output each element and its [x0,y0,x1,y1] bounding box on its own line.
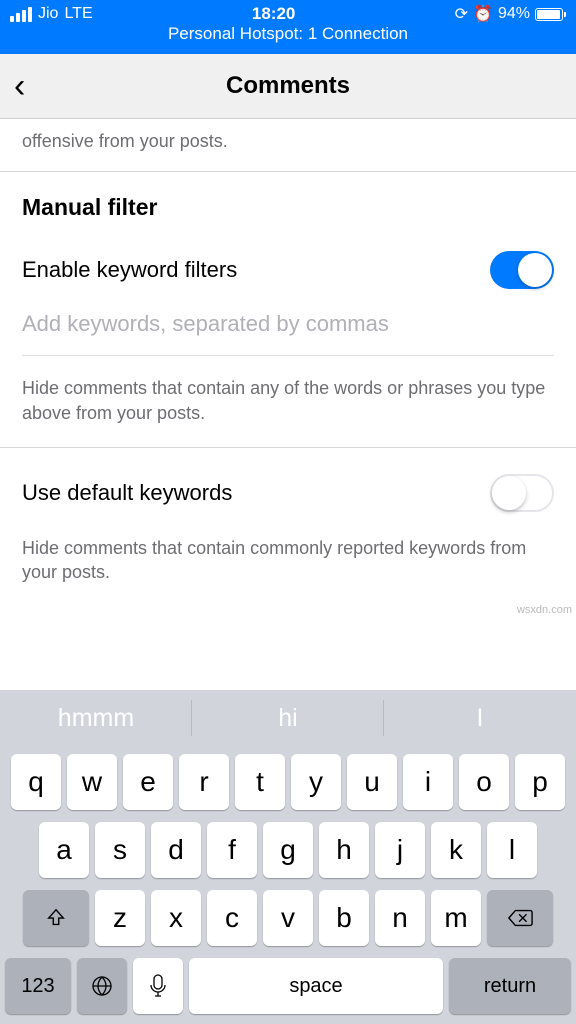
watermark: wsxdn.com [517,604,572,616]
key-o[interactable]: o [459,754,509,810]
battery-icon [535,8,566,21]
manual-filter-title: Manual filter [0,172,576,221]
key-row-1: q w e r t y u i o p [5,754,571,810]
default-keywords-label: Use default keywords [22,480,232,506]
hotspot-banner: Personal Hotspot: 1 Connection [0,24,576,48]
mic-icon [149,974,167,998]
backspace-key[interactable] [487,890,553,946]
key-a[interactable]: a [39,822,89,878]
key-f[interactable]: f [207,822,257,878]
suggestion-1[interactable]: hmmm [0,690,192,746]
key-p[interactable]: p [515,754,565,810]
key-v[interactable]: v [263,890,313,946]
keyboard: hmmm hi I q w e r t y u i o p a s d f g … [0,690,576,1024]
key-g[interactable]: g [263,822,313,878]
enable-keyword-filters-label: Enable keyword filters [22,257,237,283]
key-m[interactable]: m [431,890,481,946]
key-r[interactable]: r [179,754,229,810]
default-keywords-help: Hide comments that contain commonly repo… [0,526,576,607]
backspace-icon [507,908,533,928]
key-row-2: a s d f g h j k l [5,822,571,878]
key-row-3: z x c v b n m [5,890,571,946]
mic-key[interactable] [133,958,183,1014]
page-title: Comments [0,72,576,100]
signal-icon [10,7,32,22]
key-w[interactable]: w [67,754,117,810]
key-k[interactable]: k [431,822,481,878]
globe-icon [90,974,114,998]
key-e[interactable]: e [123,754,173,810]
numbers-key[interactable]: 123 [5,958,71,1014]
default-keywords-toggle[interactable] [490,474,554,512]
key-u[interactable]: u [347,754,397,810]
enable-keyword-filters-toggle[interactable] [490,251,554,289]
key-c[interactable]: c [207,890,257,946]
key-h[interactable]: h [319,822,369,878]
back-button[interactable]: ‹ [14,69,25,103]
keywords-input[interactable] [22,311,554,337]
key-q[interactable]: q [11,754,61,810]
key-x[interactable]: x [151,890,201,946]
key-i[interactable]: i [403,754,453,810]
key-j[interactable]: j [375,822,425,878]
manual-filter-help: Hide comments that contain any of the wo… [0,356,576,447]
key-b[interactable]: b [319,890,369,946]
shift-key[interactable] [23,890,89,946]
network-label: LTE [64,5,92,23]
key-n[interactable]: n [375,890,425,946]
suggestion-3[interactable]: I [384,690,576,746]
carrier-label: Jio [38,5,58,23]
key-t[interactable]: t [235,754,285,810]
return-key[interactable]: return [449,958,571,1014]
suggestion-2[interactable]: hi [192,690,384,746]
key-y[interactable]: y [291,754,341,810]
key-l[interactable]: l [487,822,537,878]
nav-header: ‹ Comments [0,54,576,119]
battery-pct: 94% [498,5,530,23]
previous-section-help: offensive from your posts. [0,119,576,171]
suggestion-bar: hmmm hi I [0,690,576,746]
key-s[interactable]: s [95,822,145,878]
key-row-4: 123 space return [5,958,571,1014]
key-z[interactable]: z [95,890,145,946]
globe-key[interactable] [77,958,127,1014]
clock: 18:20 [252,4,295,24]
space-key[interactable]: space [189,958,443,1014]
rotation-lock-icon: ⟳ [455,4,468,24]
alarm-icon: ⏰ [473,4,493,24]
status-bar: Jio LTE 18:20 ⟳ ⏰ 94% Personal Hotspot: … [0,0,576,54]
key-d[interactable]: d [151,822,201,878]
shift-icon [45,907,67,929]
